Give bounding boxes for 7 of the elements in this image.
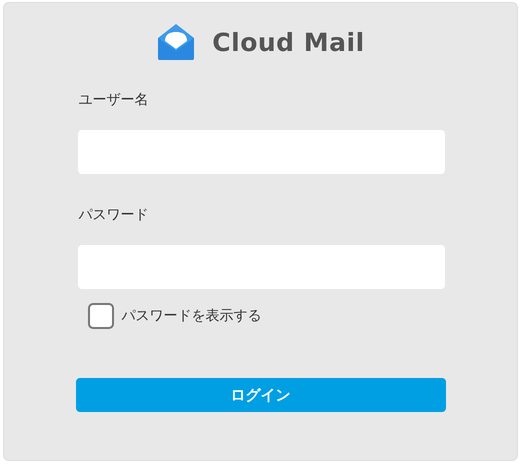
field-label: ユーザー名 bbox=[78, 91, 148, 109]
field-label: パスワード bbox=[78, 206, 148, 224]
envelope-icon bbox=[156, 22, 196, 62]
logo-text: Cloud Mail bbox=[212, 28, 365, 56]
login-button[interactable]: ログイン bbox=[76, 378, 446, 412]
checkbox[interactable] bbox=[88, 303, 114, 329]
checkbox-label: パスワードを表示する bbox=[122, 307, 262, 325]
